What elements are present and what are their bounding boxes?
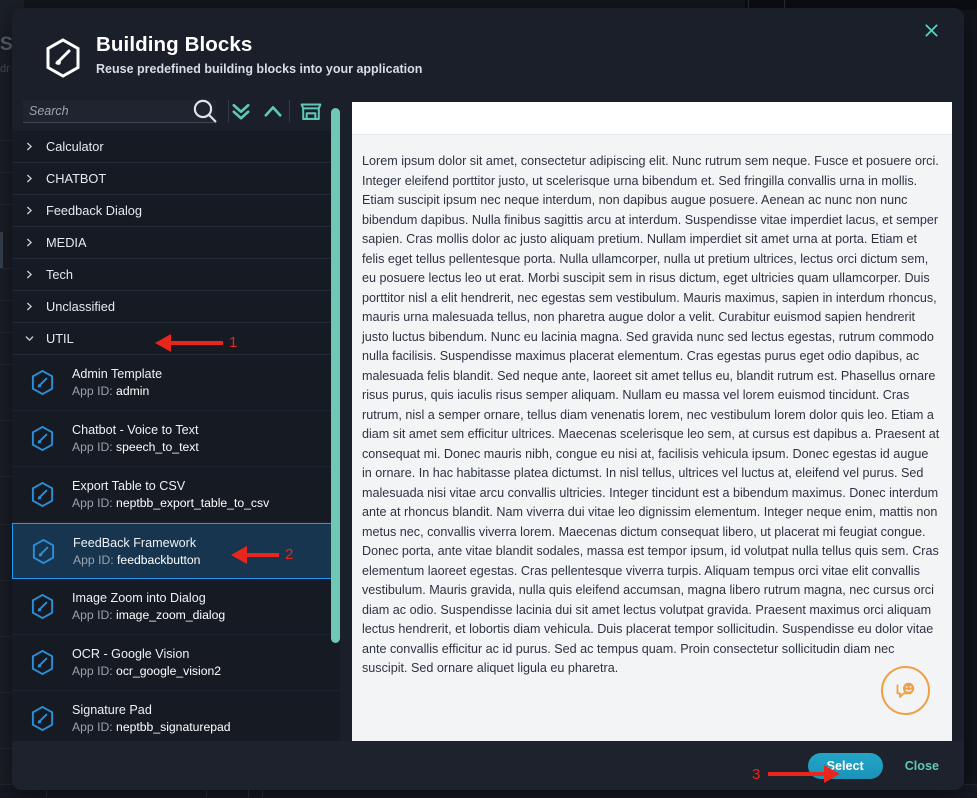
toolbar-divider xyxy=(289,100,290,122)
category-row-unclassified[interactable]: Unclassified xyxy=(12,291,340,323)
category-row-chatbot[interactable]: CHATBOT xyxy=(12,163,340,195)
screen: S dr Building Blocks Reuse predefined bu… xyxy=(0,0,977,798)
preview-document-toolbar xyxy=(352,102,952,135)
block-row-ocr-google-vision[interactable]: OCR - Google Vision App ID: ocr_google_v… xyxy=(12,635,340,691)
category-row-calculator[interactable]: Calculator xyxy=(12,131,340,163)
tree-scrollbar-thumb[interactable] xyxy=(331,108,340,643)
block-hexagon-icon xyxy=(12,649,72,676)
blocks-tree: Calculator CHATBOT Feedback Dialog MEDIA… xyxy=(12,131,340,755)
dialog-footer: Select Close xyxy=(12,741,964,790)
category-row-feedback-dialog[interactable]: Feedback Dialog xyxy=(12,195,340,227)
background-accent-bar xyxy=(0,232,3,268)
page-subtitle: Reuse predefined building blocks into yo… xyxy=(96,62,423,76)
select-button[interactable]: Select xyxy=(807,752,883,779)
store-icon[interactable] xyxy=(298,98,324,124)
chevron-right-icon xyxy=(12,270,46,279)
close-button[interactable]: Close xyxy=(901,753,943,779)
block-row-export-table-to-csv[interactable]: Export Table to CSV App ID: neptbb_expor… xyxy=(12,467,340,523)
block-app-id-label: App ID: xyxy=(72,384,113,398)
block-app-id: App ID: feedbackbutton xyxy=(73,553,200,567)
category-label: Calculator xyxy=(46,139,104,154)
block-name: Admin Template xyxy=(72,367,163,381)
block-name: Image Zoom into Dialog xyxy=(72,591,206,605)
block-row-admin-template[interactable]: Admin Template App ID: admin xyxy=(12,355,340,411)
search-box[interactable] xyxy=(23,100,216,123)
block-app-id-value: image_zoom_dialog xyxy=(116,608,226,622)
block-app-id: App ID: ocr_google_vision2 xyxy=(72,664,221,678)
browser-toolbar xyxy=(12,92,340,131)
preview-document: Lorem ipsum dolor sit amet, consectetur … xyxy=(352,102,952,747)
block-app-id-label: App ID: xyxy=(72,496,113,510)
block-name: OCR - Google Vision xyxy=(72,647,190,661)
block-row-chatbot-voice-to-text[interactable]: Chatbot - Voice to Text App ID: speech_t… xyxy=(12,411,340,467)
close-icon[interactable] xyxy=(920,19,942,41)
block-row-feedback-framework[interactable]: FeedBack Framework App ID: feedbackbutto… xyxy=(12,523,340,579)
block-app-id-label: App ID: xyxy=(73,552,114,567)
block-hexagon-icon xyxy=(12,705,72,732)
category-row-util[interactable]: UTIL xyxy=(12,323,340,355)
chevron-right-icon xyxy=(12,174,46,183)
chevron-right-icon xyxy=(12,206,46,215)
blocks-browser-panel: Calculator CHATBOT Feedback Dialog xyxy=(12,92,340,755)
block-row-image-zoom-into-dialog[interactable]: Image Zoom into Dialog App ID: image_zoo… xyxy=(12,579,340,635)
block-name: Signature Pad xyxy=(72,703,152,717)
block-app-id: App ID: speech_to_text xyxy=(72,440,199,454)
chevron-right-icon xyxy=(12,142,46,151)
block-app-id-value: feedbackbutton xyxy=(117,552,201,567)
category-label: Tech xyxy=(46,267,74,282)
block-app-id-label: App ID: xyxy=(72,664,113,678)
block-hexagon-icon xyxy=(12,481,72,508)
category-label: MEDIA xyxy=(46,235,87,250)
chevron-down-icon xyxy=(12,334,46,343)
block-app-id-value: ocr_google_vision2 xyxy=(116,664,222,678)
page-title: Building Blocks xyxy=(96,33,253,56)
block-hexagon-icon xyxy=(12,425,72,452)
building-blocks-dialog: Building Blocks Reuse predefined buildin… xyxy=(12,8,964,790)
block-hexagon-icon xyxy=(12,369,72,396)
dialog-header: Building Blocks Reuse predefined buildin… xyxy=(12,8,964,92)
category-label: Unclassified xyxy=(46,299,115,314)
hexagon-block-logo-icon xyxy=(43,37,83,79)
block-app-id: App ID: admin xyxy=(72,384,162,398)
block-name: Chatbot - Voice to Text xyxy=(72,423,199,437)
block-app-id-label: App ID: xyxy=(72,440,113,454)
double-chevron-down-icon[interactable] xyxy=(228,98,254,124)
search-icon[interactable] xyxy=(192,98,218,124)
block-preview-panel: Lorem ipsum dolor sit amet, consectetur … xyxy=(352,92,964,755)
block-hexagon-icon xyxy=(13,538,73,565)
block-app-id: App ID: neptbb_signaturepad xyxy=(72,720,231,734)
chevron-right-icon xyxy=(12,302,46,311)
chevron-right-icon xyxy=(12,238,46,247)
category-label: UTIL xyxy=(46,331,74,346)
block-app-id-label: App ID: xyxy=(72,720,113,734)
chat-smiley-feedback-icon[interactable] xyxy=(881,666,930,715)
category-row-media[interactable]: MEDIA xyxy=(12,227,340,259)
search-input[interactable] xyxy=(27,103,212,119)
block-app-id-value: neptbb_export_table_to_csv xyxy=(116,496,270,510)
block-app-id-value: neptbb_signaturepad xyxy=(116,720,231,734)
dialog-body: Calculator CHATBOT Feedback Dialog xyxy=(12,92,964,755)
category-label: Feedback Dialog xyxy=(46,203,143,218)
chevron-up-icon[interactable] xyxy=(260,98,286,124)
block-app-id: App ID: image_zoom_dialog xyxy=(72,608,225,622)
preview-body-text: Lorem ipsum dolor sit amet, consectetur … xyxy=(362,154,940,675)
block-app-id-value: admin xyxy=(116,384,150,398)
block-app-id-value: speech_to_text xyxy=(116,440,199,454)
category-label: CHATBOT xyxy=(46,171,107,186)
block-name: Export Table to CSV xyxy=(72,479,186,493)
block-row-signature-pad[interactable]: Signature Pad App ID: neptbb_signaturepa… xyxy=(12,691,340,747)
block-app-id-label: App ID: xyxy=(72,608,113,622)
block-app-id: App ID: neptbb_export_table_to_csv xyxy=(72,496,269,510)
category-row-tech[interactable]: Tech xyxy=(12,259,340,291)
block-hexagon-icon xyxy=(12,593,72,620)
block-name: FeedBack Framework xyxy=(73,535,197,550)
